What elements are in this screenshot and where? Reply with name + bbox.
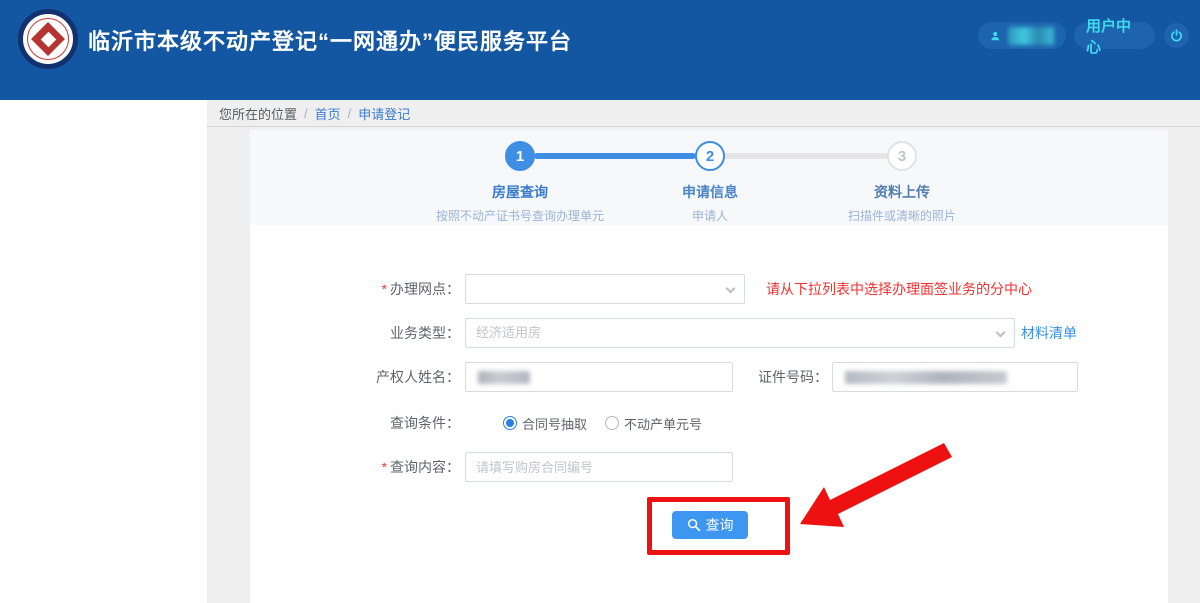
page-title: 临沂市本级不动产登记“一网通办”便民服务平台: [88, 29, 573, 54]
step-3-circle: 3: [887, 141, 917, 171]
branch-select[interactable]: [465, 274, 745, 304]
step-house-query: 1 房屋查询 按照不动产证书号查询办理单元: [410, 141, 630, 224]
chevron-down-icon: [725, 283, 736, 294]
user-icon: [991, 31, 1000, 40]
radio-contract-number[interactable]: 合同号抽取: [503, 414, 587, 433]
radio-unselected-icon: [605, 416, 620, 430]
required-asterisk: *: [381, 281, 387, 297]
step-2-subtitle: 申请人: [691, 209, 728, 223]
search-icon: [687, 518, 700, 532]
form-row-branch: * 办理网点： 请从下拉列表中选择办理面签业务的分中心: [250, 274, 1168, 304]
radio-selected-icon: [503, 416, 517, 430]
query-button[interactable]: 查询: [672, 511, 748, 539]
form-row-query-condition: 查询条件： 合同号抽取 不动产单元号: [250, 408, 1168, 438]
query-content-input[interactable]: [465, 452, 733, 482]
owner-name-redacted: [478, 371, 530, 384]
form-row-query-content: * 查询内容：: [250, 452, 1168, 482]
id-number-label: 证件号码：: [758, 369, 828, 385]
step-2-circle: 2: [695, 141, 725, 171]
breadcrumb-home-link[interactable]: 首页: [315, 104, 341, 123]
app-logo: [18, 9, 78, 69]
logout-button[interactable]: [1164, 23, 1189, 48]
breadcrumb-current-link[interactable]: 申请登记: [358, 104, 410, 123]
logged-in-user-button[interactable]: [978, 22, 1066, 49]
required-asterisk: *: [381, 459, 387, 475]
material-list-link[interactable]: 材料清单: [1021, 318, 1077, 348]
app-header: 临沂市本级不动产登记“一网通办”便民服务平台 用户中心: [0, 0, 1200, 100]
breadcrumb: 您所在的位置 / 首页 / 申请登记: [207, 100, 1200, 127]
page: 临沂市本级不动产登记“一网通办”便民服务平台 用户中心 您所在的位置 / 首页 …: [0, 0, 1200, 603]
id-number-redacted: [845, 371, 1007, 384]
form-row-business-type: 业务类型： 经济适用房 材料清单: [250, 318, 1168, 348]
breadcrumb-separator: /: [347, 105, 352, 121]
business-type-value: 经济适用房: [476, 325, 542, 340]
step-2-title: 申请信息: [682, 184, 738, 200]
user-name-redacted: [1007, 26, 1054, 45]
step-upload: 3 资料上传 扫描件或清晰的照片: [792, 141, 1012, 224]
branch-hint-text: 请从下拉列表中选择办理面签业务的分中心: [766, 281, 1032, 297]
main-panel: 1 房屋查询 按照不动产证书号查询办理单元 2 申请信息 申请人 3 资料上传 …: [250, 130, 1168, 603]
breadcrumb-prefix: 您所在的位置: [219, 106, 298, 122]
business-type-label: 业务类型：: [390, 325, 460, 341]
wizard-stepper: 1 房屋查询 按照不动产证书号查询办理单元 2 申请信息 申请人 3 资料上传 …: [250, 130, 1168, 225]
radio-unit-label: 不动产单元号: [624, 416, 703, 432]
step-3-title: 资料上传: [874, 184, 930, 200]
chevron-down-icon: [995, 327, 1006, 338]
breadcrumb-separator: /: [304, 105, 308, 121]
query-condition-radio-group: 合同号抽取 不动产单元号: [503, 408, 702, 438]
user-center-button[interactable]: 用户中心: [1074, 18, 1155, 56]
branch-label: * 办理网点：: [381, 281, 460, 297]
step-1-subtitle: 按照不动产证书号查询办理单元: [435, 209, 604, 223]
step-1-circle: 1: [505, 141, 535, 171]
step-application-info: 2 申请信息 申请人: [600, 141, 820, 224]
user-center-label: 用户中心: [1086, 17, 1132, 56]
query-button-label: 查询: [705, 517, 734, 533]
query-condition-label: 查询条件：: [390, 415, 460, 431]
owner-name-label: 产权人姓名：: [376, 369, 460, 385]
business-type-select[interactable]: 经济适用房: [465, 318, 1015, 348]
step-1-title: 房屋查询: [492, 184, 548, 200]
power-icon: [1171, 29, 1182, 42]
id-number-input[interactable]: [832, 362, 1078, 392]
form-row-owner-id: 产权人姓名： 证件号码：: [250, 362, 1168, 392]
query-content-label: * 查询内容：: [381, 459, 460, 475]
radio-unit-number[interactable]: 不动产单元号: [605, 414, 702, 433]
step-3-subtitle: 扫描件或清晰的照片: [847, 209, 956, 223]
radio-contract-label: 合同号抽取: [522, 416, 588, 432]
